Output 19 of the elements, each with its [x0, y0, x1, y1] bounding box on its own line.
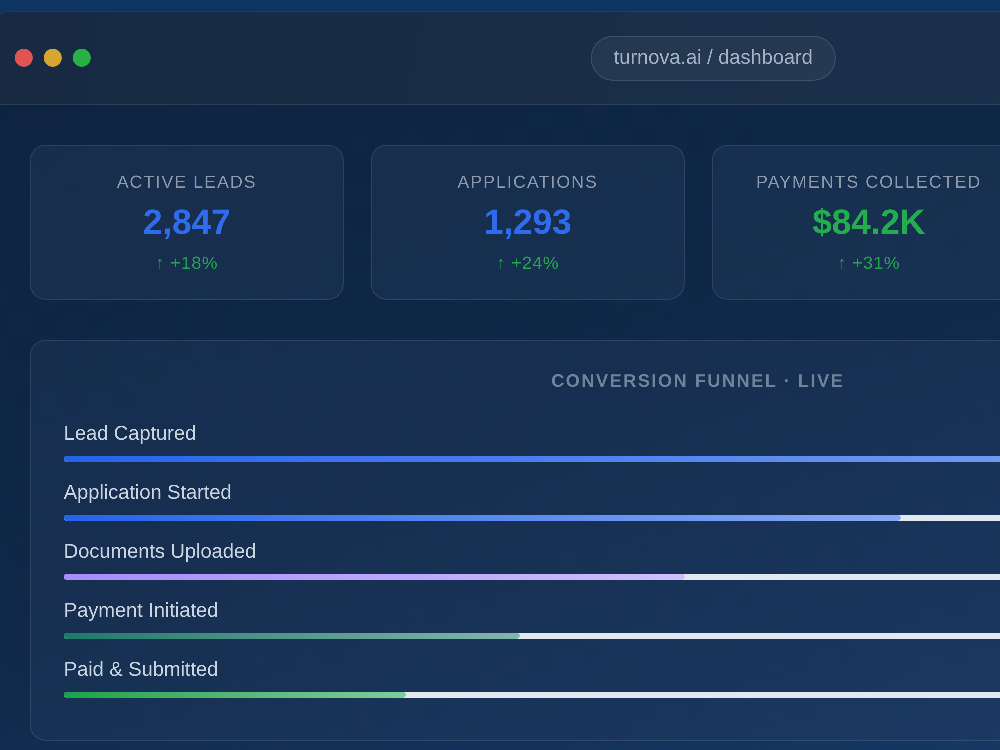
funnel-stage-label: Payment Initiated [64, 600, 220, 622]
funnel-stage-label: Documents Uploaded [64, 541, 258, 563]
stat-value: $84.2K [812, 203, 926, 243]
stat-label: PAYMENTS COLLECTED [756, 172, 982, 192]
stat-change: ↑ +24% [496, 253, 560, 273]
stat-value: 1,293 [484, 203, 572, 243]
stat-label: ACTIVE LEADS [117, 172, 257, 192]
stat-value: 2,847 [143, 203, 231, 243]
address-bar[interactable]: turnova.ai / dashboard [590, 36, 836, 80]
close-icon[interactable] [15, 49, 33, 67]
funnel-title: CONVERSION FUNNEL · LIVE [550, 370, 846, 392]
maximize-icon[interactable] [73, 49, 91, 67]
funnel-stage-label: Lead Captured [64, 423, 198, 445]
funnel-stage-label: Paid & Submitted [64, 659, 220, 681]
stat-change: ↑ +18% [156, 253, 218, 273]
stat-label: APPLICATIONS [458, 172, 598, 192]
funnel-stage-label: Application Started [64, 482, 233, 504]
minimize-icon[interactable] [44, 49, 62, 67]
stat-change: ↑ +31% [838, 253, 900, 273]
